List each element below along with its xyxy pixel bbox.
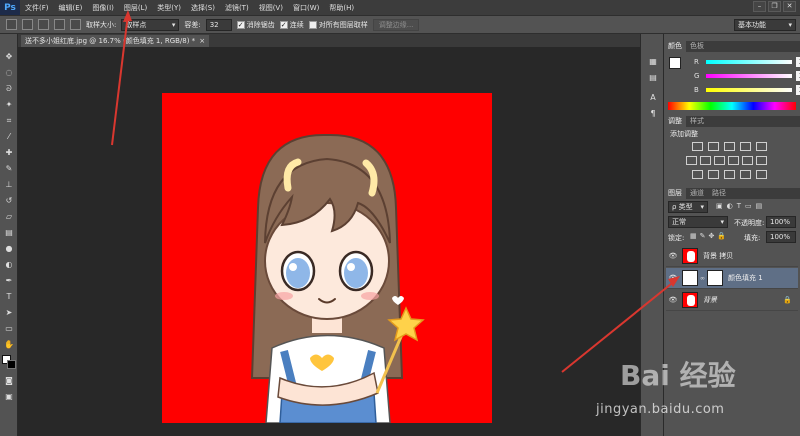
arrowhead-layer-menu <box>123 10 132 22</box>
baidu-watermark-logo: Bai 经验 <box>620 359 736 392</box>
arrow-to-layer-menu <box>111 13 129 146</box>
watermark-url: jingyan.baidu.com <box>596 402 725 417</box>
